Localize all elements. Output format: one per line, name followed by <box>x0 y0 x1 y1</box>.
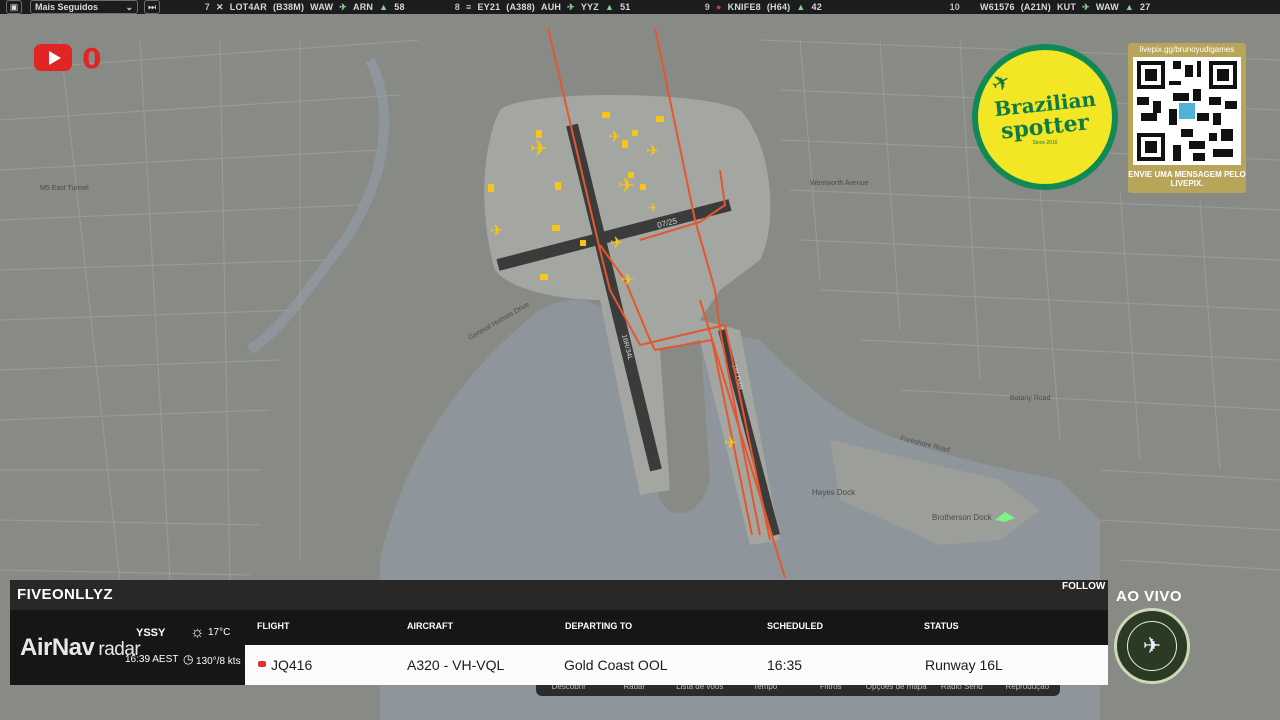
ticker-item[interactable]: 7 ✕ LOT4AR (B38M) WAW ✈ ARN ▲ 58 <box>196 2 446 13</box>
top-bar: ▣ Mais Seguidos ⌄ ⏭ 7 ✕ LOT4AR (B38M) WA… <box>0 0 1280 14</box>
aircraft-icon[interactable]: ✈ <box>621 272 634 289</box>
ticker-type: (A388) <box>506 2 535 12</box>
ticker-type: (H64) <box>766 2 791 12</box>
header-status: STATUS <box>924 621 959 631</box>
header-scheduled: SCHEDULED <box>767 621 824 631</box>
brazilian-spotter-logo: ✈ Brazilian spotter Since 2016 <box>972 44 1118 190</box>
ticker-from: KUT <box>1056 2 1077 12</box>
panel-title: FIVEONLLYZ <box>17 586 113 603</box>
sun-icon: ☼ <box>190 624 205 641</box>
plane-icon: ✈ <box>567 1 575 12</box>
ticker-to: WAW <box>1095 2 1119 12</box>
label-street2: Wentworth Avenue <box>810 180 869 187</box>
aircraft-icon[interactable]: ✈ <box>648 201 658 215</box>
ticker-to: ARN <box>353 2 374 12</box>
badge-since: Since 2016 <box>1032 140 1058 146</box>
ticker-item[interactable]: 9 ● KNIFE8 (H64) ▲ 42 <box>696 2 946 12</box>
ticker-rank: 7 <box>204 2 210 12</box>
label-dock1: Hayes Dock <box>812 488 856 497</box>
cell-status: Runway 16L <box>925 657 1003 673</box>
airnav-logo: AirNav radar <box>20 634 141 662</box>
ranking-dropdown[interactable]: Mais Seguidos ⌄ <box>30 0 138 14</box>
label-street1: M5 East Tunnel <box>40 185 89 192</box>
plane-icon: ✈ <box>339 1 348 12</box>
flight-row[interactable]: JQ416 A320 - VH-VQL Gold Coast OOL 16:35… <box>245 645 1108 685</box>
skip-icon[interactable]: ⏭ <box>144 0 160 14</box>
ticker-altitude: 42 <box>811 2 822 12</box>
aircraft-icon[interactable]: ✈ <box>530 136 548 161</box>
aircraft-icon[interactable]: ✈ <box>490 223 503 240</box>
header-aircraft: AIRCRAFT <box>407 621 453 631</box>
live-label: AO VIVO <box>1116 588 1183 605</box>
qr-caption: ENVIE UMA MENSAGEM PELO LIVEPIX. <box>1128 170 1246 188</box>
qr-url: livepix.gg/brunoyudigames <box>1139 45 1235 54</box>
header-flight: FLIGHT <box>257 621 290 631</box>
local-time: 16:39 AEST <box>125 654 179 665</box>
label-dock2: Brotherson Dock <box>932 513 993 522</box>
airport-code: YSSY <box>136 627 166 639</box>
ticker-to: YYZ <box>580 2 599 12</box>
wind: 130°/8 kts <box>196 656 241 667</box>
wind-icon: ◷ <box>183 652 194 666</box>
plane-icon: ✈ <box>1127 621 1177 671</box>
ticker-rank: 8 <box>454 2 460 12</box>
aircraft-icon[interactable]: ✈ <box>646 143 659 160</box>
altitude-icon: ▲ <box>1124 2 1135 12</box>
ticker-altitude: 58 <box>394 2 405 12</box>
ticker-callsign: W61576 <box>980 2 1015 12</box>
aircraft-icon[interactable]: ✈ <box>610 235 623 252</box>
cell-scheduled: 16:35 <box>767 657 803 673</box>
plane-icon: ✈ <box>1082 1 1090 12</box>
livepix-qr-card: livepix.gg/brunoyudigames ENVIE UMA MENS… <box>1128 43 1246 193</box>
follow-button[interactable]: FOLLOW <box>1062 581 1105 592</box>
label-street4: Botany Road <box>1010 395 1051 402</box>
cell-departing: Gold Coast OOL <box>564 657 668 673</box>
ticker-callsign: KNIFE8 <box>727 2 761 12</box>
dropdown-label: Mais Seguidos <box>35 2 99 12</box>
aircraft-icon[interactable]: ✈ <box>724 435 737 452</box>
channel-logo: ✈ <box>1114 608 1190 684</box>
cell-flight: JQ416 <box>271 657 313 673</box>
brand-main: AirNav <box>20 634 95 661</box>
chevron-down-icon: ⌄ <box>125 1 133 12</box>
altitude-icon: ▲ <box>379 2 389 12</box>
ticker-from: AUH <box>541 2 562 12</box>
ticker-rank: 9 <box>704 2 710 12</box>
ticker-altitude: 51 <box>620 2 631 12</box>
youtube-count: 0 <box>82 42 102 75</box>
youtube-icon <box>34 44 72 71</box>
ticker-rank: 10 <box>949 2 960 12</box>
altitude-icon: ▲ <box>796 2 806 12</box>
qr-code <box>1133 57 1241 165</box>
ticker-item[interactable]: 10 W61576 (A21N) KUT ✈ WAW ▲ 27 <box>946 2 1196 13</box>
flag-icon: ● <box>716 2 722 12</box>
aircraft-icon[interactable]: ✈ <box>618 175 635 197</box>
temperature: 17°C <box>208 627 231 638</box>
app-menu-icon[interactable]: ▣ <box>6 0 22 14</box>
aircraft-icon[interactable]: ✈ <box>608 129 621 146</box>
airline-logo-icon <box>258 661 266 667</box>
ticker-callsign: LOT4AR <box>229 2 267 12</box>
airline-logo-icon: ✕ <box>216 1 224 12</box>
ticker-item[interactable]: 8 ≡ EY21 (A388) AUH ✈ YYZ ▲ 51 <box>446 2 696 13</box>
ticker-callsign: EY21 <box>477 2 501 12</box>
most-followed-ticker: 7 ✕ LOT4AR (B38M) WAW ✈ ARN ▲ 58 8 ≡ EY2… <box>196 2 1196 13</box>
altitude-icon: ▲ <box>604 2 615 12</box>
livepix-logo-icon <box>1179 103 1195 119</box>
ticker-from: WAW <box>310 2 334 12</box>
flight-panel: AirNav radar YSSY 16:39 AEST ☼ 17°C ◷ 130… <box>10 610 1108 685</box>
ticker-type: (B38M) <box>272 2 305 12</box>
header-departing: DEPARTING TO <box>565 621 633 631</box>
ticker-type: (A21N) <box>1020 2 1051 12</box>
cell-aircraft: A320 - VH-VQL <box>407 657 505 673</box>
ticker-altitude: 27 <box>1140 2 1151 12</box>
airline-logo-icon: ≡ <box>466 2 472 12</box>
flight-panel-header: FIVEONLLYZ <box>10 580 1108 610</box>
